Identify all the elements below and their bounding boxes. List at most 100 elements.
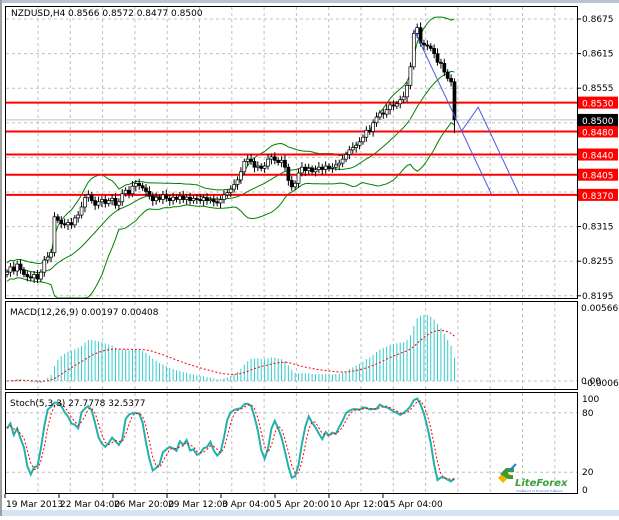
candle-bear [381, 112, 386, 115]
candle-bull [388, 104, 392, 110]
candle-bull [232, 184, 236, 190]
candle-bull [411, 33, 416, 68]
candle-bull [42, 259, 47, 273]
candle-bull [208, 199, 213, 202]
candle-bear [150, 195, 155, 202]
candle-bull [133, 183, 138, 187]
candle-bear [59, 219, 64, 225]
candle-bull [296, 172, 301, 184]
candle-bull [371, 122, 375, 132]
candle-bull [39, 271, 43, 280]
candle-bear [194, 197, 199, 200]
stoch-tick-label: 0 [582, 486, 588, 496]
candle-bull [76, 214, 81, 219]
candle-bull [405, 84, 409, 98]
time-label: 3 Apr 04:00 [222, 500, 275, 510]
candle-bull [357, 141, 362, 146]
candle-bear [89, 194, 94, 201]
candle-bear [93, 200, 97, 206]
logo-tagline: The World of Financial Freedom [515, 489, 563, 493]
candle-bear [432, 48, 436, 54]
time-label: 10 Apr 12:00 [330, 500, 389, 510]
candle-bear [25, 274, 30, 278]
candle-bull [323, 165, 328, 170]
candle-bear [286, 166, 291, 181]
candle-bull [235, 179, 240, 185]
candle-bull [86, 194, 91, 199]
candle-bear [157, 196, 162, 200]
candle-bull [242, 161, 247, 173]
candle-bear [55, 216, 60, 221]
candle-bull [45, 256, 50, 261]
level-price-label: 0.8480 [582, 128, 614, 138]
candle-bull [49, 252, 53, 258]
price-tick-label: 0.8255 [582, 257, 614, 267]
candle-bull [191, 197, 196, 202]
time-label: 5 Apr 20:00 [276, 500, 329, 510]
candle-bear [147, 191, 152, 197]
candle-bull [32, 274, 36, 279]
candle-bear [198, 199, 203, 202]
candle-bear [259, 165, 264, 169]
candle-bull [239, 171, 243, 181]
candle-bull [96, 201, 101, 206]
candle-bear [11, 266, 16, 272]
candle-bull [256, 165, 260, 168]
time-label: 19 Mar 2013 [6, 500, 63, 510]
candle-bear [272, 156, 277, 161]
time-label: 15 Apr 04:00 [384, 500, 443, 510]
candle-bull [222, 194, 226, 200]
candle-bear [205, 197, 209, 201]
candle-bull [279, 159, 284, 163]
price-tick-label: 0.8615 [582, 50, 614, 60]
candle-bear [428, 45, 433, 49]
candle-bull [374, 116, 379, 124]
current-price-label: 0.8500 [582, 117, 614, 127]
candle-bear [188, 196, 192, 202]
chart-canvas[interactable]: 0.8675 0.8615 0.8555 0.8315 0.8255 0.8195 0.85… [0, 0, 619, 516]
candle-bull [79, 206, 84, 216]
candle-bear [18, 263, 23, 271]
candle-bull [8, 266, 13, 273]
candle-bull [72, 217, 77, 226]
price-tick-label: 0.8315 [582, 223, 614, 233]
candle-bull [171, 196, 175, 202]
candle-bull [306, 168, 311, 172]
stoch-tick-label: 20 [582, 468, 594, 478]
candle-bull [15, 263, 20, 272]
candle-bear [69, 222, 74, 226]
candle-bull [361, 136, 365, 143]
candle-bull [52, 216, 57, 253]
candle-bear [442, 63, 447, 73]
candle-bull [364, 129, 369, 138]
candle-bear [310, 168, 314, 173]
candle-bull [123, 189, 128, 195]
chart-window[interactable]: 0.8675 0.8615 0.8555 0.8315 0.8255 0.8195 0.85… [0, 0, 619, 516]
candle-bear [435, 53, 440, 63]
candle-bull [384, 109, 389, 115]
candle-bear [140, 185, 145, 189]
stoch-tick-label: 80 [582, 409, 594, 419]
candle-bull [120, 193, 125, 203]
price-tick-label: 0.8555 [582, 84, 614, 94]
candle-bull [269, 156, 274, 160]
candle-bear [289, 180, 294, 188]
level-price-label: 0.8530 [582, 100, 614, 110]
candle-bull [266, 158, 270, 167]
symbol-label: NZDUSD,H4 [11, 9, 66, 19]
candle-bear [211, 199, 216, 203]
macd-label: MACD(12,26,9) 0.00197 0.00408 [10, 308, 159, 318]
candle-bull [333, 164, 338, 168]
logo-text: LiteForex [515, 478, 568, 489]
level-price-label: 0.8370 [582, 192, 614, 202]
candle-bull [262, 165, 267, 169]
candle-bear [320, 166, 325, 170]
candle-bull [408, 66, 413, 86]
time-label: 29 Mar 12:00 [168, 500, 228, 510]
window-top-edge [0, 0, 619, 3]
price-tick-label: 0.8675 [582, 15, 614, 25]
candle-bear [252, 161, 257, 168]
candle-bear [425, 44, 430, 47]
candle-bear [137, 183, 142, 187]
candle-bear [445, 71, 450, 79]
